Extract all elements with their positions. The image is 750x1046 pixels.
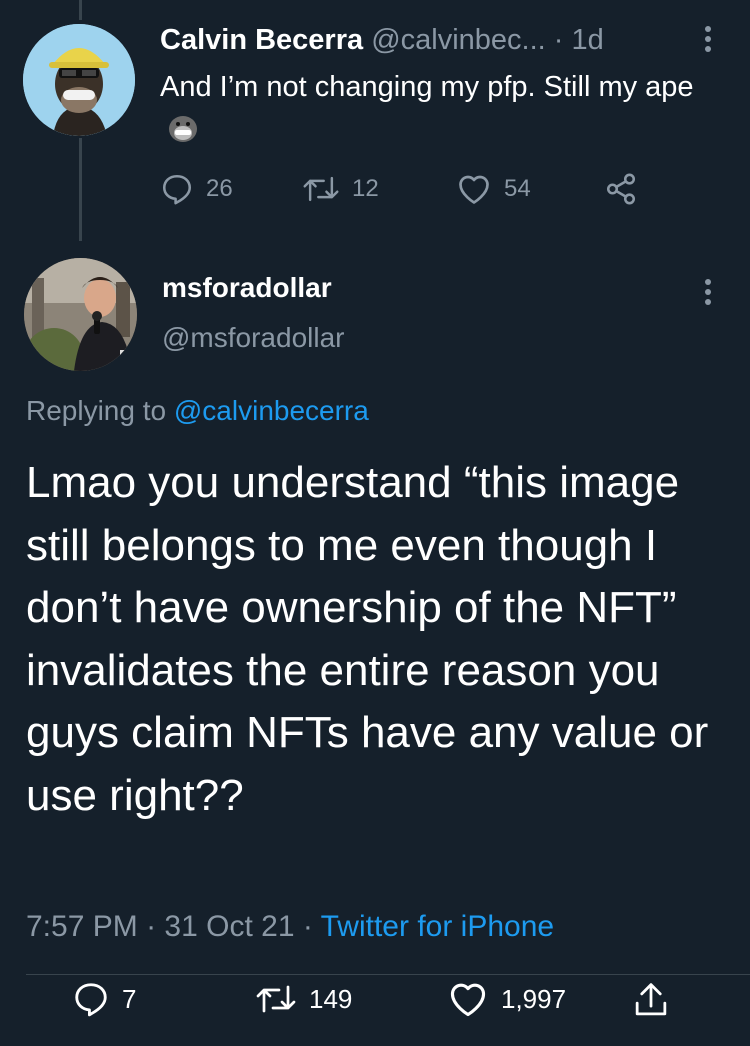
main-share-button[interactable]	[632, 980, 670, 1020]
retweet-icon	[256, 985, 296, 1013]
replying-prefix: Replying to	[26, 395, 167, 426]
tweet-meta: 7:57 PM · 31 Oct 21 · Twitter for iPhone	[26, 910, 554, 944]
parent-separator: ·	[553, 24, 564, 56]
main-reply-button[interactable]: 7	[72, 980, 136, 1018]
tweet-source-link[interactable]: Twitter for iPhone	[321, 910, 554, 943]
parent-tweet-body: And I’m not changing my pfp. Still my ap…	[160, 71, 694, 103]
parent-share-button[interactable]	[604, 172, 638, 206]
replying-to: Replying to @calvinbecerra	[26, 395, 369, 427]
gorilla-emoji-icon	[166, 111, 200, 157]
main-reply-count: 7	[122, 983, 137, 1014]
heart-icon	[450, 983, 486, 1017]
profile-photo-image	[24, 258, 137, 371]
parent-like-button[interactable]: 54	[456, 172, 531, 206]
main-actions: 7 149 1,997	[0, 980, 750, 1024]
parent-actions: 26 12 54	[160, 172, 750, 212]
parent-retweet-button[interactable]: 12	[302, 172, 379, 206]
main-handle[interactable]: @msforadollar	[162, 322, 344, 354]
retweet-icon	[303, 176, 339, 202]
share-icon	[635, 983, 667, 1016]
thread-line-top	[79, 0, 82, 20]
parent-reply-count: 26	[206, 175, 233, 202]
main-like-button[interactable]: 1,997	[447, 980, 566, 1018]
parent-display-name[interactable]: Calvin Becerra	[160, 24, 363, 56]
parent-retweet-count: 12	[352, 175, 379, 202]
parent-reply-button[interactable]: 26	[160, 172, 233, 206]
parent-handle[interactable]: @calvinbec...	[371, 24, 546, 56]
ape-avatar-image	[23, 24, 135, 136]
parent-like-count: 54	[504, 175, 531, 202]
parent-avatar[interactable]	[23, 24, 135, 136]
parent-time[interactable]: 1d	[572, 24, 604, 56]
heart-icon	[459, 175, 489, 204]
share-icon	[606, 173, 636, 205]
parent-header: Calvin Becerra @calvinbec... · 1d	[160, 20, 604, 60]
main-display-name[interactable]: msforadollar	[162, 272, 332, 304]
meta-separator-2: ·	[302, 910, 313, 943]
meta-separator-1: ·	[146, 910, 157, 943]
main-like-count: 1,997	[501, 983, 567, 1014]
parent-more-icon[interactable]	[702, 24, 714, 60]
main-retweet-count: 149	[309, 983, 353, 1014]
main-tweet-text: Lmao you understand “this image still be…	[26, 458, 709, 820]
divider	[26, 974, 750, 975]
replying-handle-link[interactable]: @calvinbecerra	[174, 395, 369, 426]
reply-icon	[75, 983, 107, 1017]
main-more-icon[interactable]	[702, 277, 714, 313]
main-avatar[interactable]	[24, 258, 137, 371]
tweet-date[interactable]: 31 Oct 21	[164, 910, 294, 943]
thread-line-connector	[79, 138, 82, 241]
parent-tweet-text: And I’m not changing my pfp. Still my ap…	[160, 64, 720, 157]
reply-icon	[162, 174, 192, 205]
main-retweet-button[interactable]: 149	[255, 980, 352, 1018]
tweet-time[interactable]: 7:57 PM	[26, 910, 138, 943]
